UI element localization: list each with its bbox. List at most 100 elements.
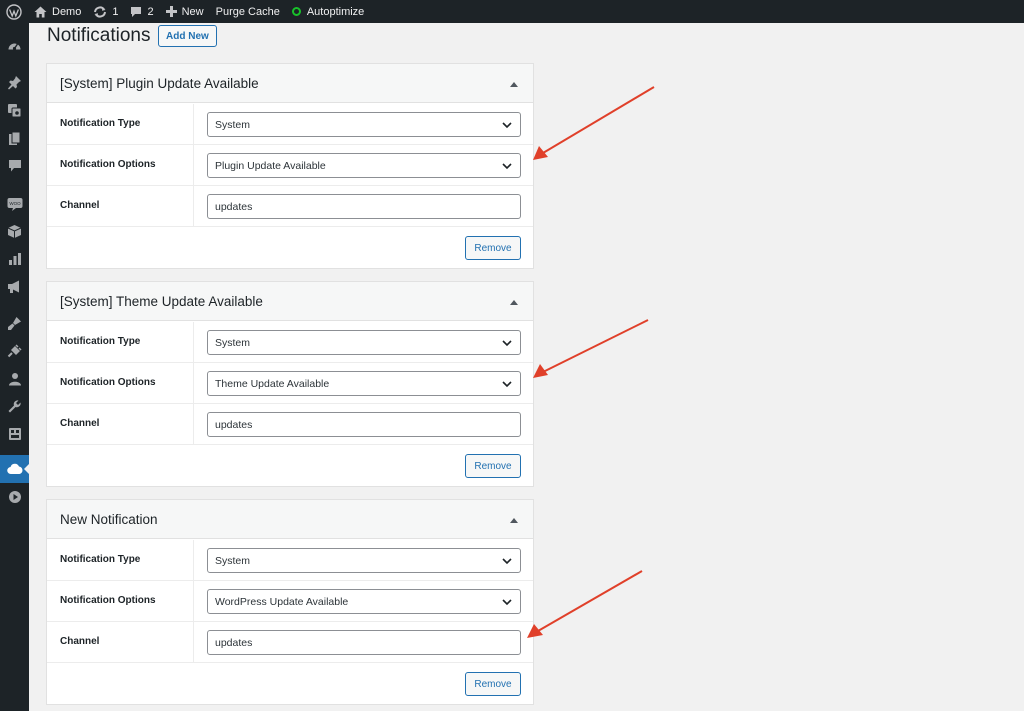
admin-sidebar: WOO xyxy=(0,23,29,711)
plugins-icon[interactable] xyxy=(6,343,23,360)
remove-button[interactable]: Remove xyxy=(465,454,521,478)
notification-options-label: Notification Options xyxy=(60,595,156,606)
notification-panel: [System] Theme Update Available Notifica… xyxy=(46,281,534,487)
purge-cache-link[interactable]: Purge Cache xyxy=(210,0,286,23)
annotation-arrow-icon xyxy=(527,570,643,638)
notification-options-select[interactable]: WordPress Update Available xyxy=(207,589,521,614)
notification-type-label: Notification Type xyxy=(60,554,141,565)
notification-options-label: Notification Options xyxy=(60,159,156,170)
channel-input[interactable]: updates xyxy=(207,412,521,437)
purge-cache-label: Purge Cache xyxy=(215,5,280,18)
analytics-icon[interactable] xyxy=(6,250,23,267)
chevron-down-icon xyxy=(502,381,512,388)
updates-count: 1 xyxy=(112,5,119,18)
notification-type-row: Notification Type System xyxy=(47,540,533,581)
notification-type-row: Notification Type System xyxy=(47,104,533,145)
collapse-toggle-icon[interactable] xyxy=(509,79,519,89)
panel-header[interactable]: [System] Theme Update Available xyxy=(47,282,533,321)
new-label: New xyxy=(181,5,204,18)
autoptimize-link[interactable]: Autoptimize xyxy=(286,0,370,23)
comments-link[interactable]: 2 xyxy=(124,0,159,23)
channel-label: Channel xyxy=(60,418,100,429)
marketing-icon[interactable] xyxy=(6,278,23,295)
page-title: Notifications xyxy=(47,25,151,46)
panel-title: [System] Plugin Update Available xyxy=(60,76,259,91)
collapse-toggle-icon[interactable] xyxy=(509,515,519,525)
play-icon[interactable] xyxy=(6,488,23,505)
notification-panel: New Notification Notification Type Syste… xyxy=(46,499,534,705)
new-content-link[interactable]: New xyxy=(160,0,210,23)
tools-icon[interactable] xyxy=(6,398,23,415)
products-icon[interactable] xyxy=(6,223,23,240)
channel-label: Channel xyxy=(60,200,100,211)
woo-icon[interactable]: WOO xyxy=(6,195,23,212)
channel-row: Channel updates xyxy=(47,186,533,227)
add-new-button[interactable]: Add New xyxy=(158,25,217,47)
remove-button[interactable]: Remove xyxy=(465,672,521,696)
pin-icon[interactable] xyxy=(6,74,23,91)
media-icon[interactable] xyxy=(6,102,23,119)
notification-type-select[interactable]: System xyxy=(207,548,521,573)
dashboard-icon[interactable] xyxy=(6,38,23,55)
panel-header[interactable]: New Notification xyxy=(47,500,533,539)
notification-type-value: System xyxy=(215,554,251,567)
notification-type-value: System xyxy=(215,118,251,131)
plus-icon xyxy=(165,6,177,17)
channel-row: Channel updates xyxy=(47,404,533,445)
settings-icon[interactable] xyxy=(6,425,23,442)
notification-type-select[interactable]: System xyxy=(207,112,521,137)
notification-options-select[interactable]: Plugin Update Available xyxy=(207,153,521,178)
comment-icon xyxy=(130,6,142,18)
site-name-link[interactable]: Demo xyxy=(28,0,87,23)
autoptimize-label: Autoptimize xyxy=(306,5,365,18)
chevron-down-icon xyxy=(502,558,512,565)
annotation-arrow-icon xyxy=(533,319,649,378)
chevron-down-icon xyxy=(502,599,512,606)
site-name: Demo xyxy=(52,5,82,18)
chevron-down-icon xyxy=(502,340,512,347)
notification-options-value: Plugin Update Available xyxy=(215,159,326,172)
wordpress-logo-icon[interactable] xyxy=(0,0,28,23)
pages-icon[interactable] xyxy=(6,130,23,147)
notification-type-row: Notification Type System xyxy=(47,322,533,363)
admin-bar: Demo 1 2 New Purge Cache Autoptimize xyxy=(0,0,1024,23)
notification-options-label: Notification Options xyxy=(60,377,156,388)
notification-type-label: Notification Type xyxy=(60,336,141,347)
current-indicator xyxy=(24,464,29,474)
channel-value: updates xyxy=(215,636,253,649)
svg-text:WOO: WOO xyxy=(9,201,21,206)
cloud-icon[interactable] xyxy=(6,460,23,477)
notification-options-row: Notification Options Theme Update Availa… xyxy=(47,363,533,404)
panel-header[interactable]: [System] Plugin Update Available xyxy=(47,64,533,103)
updates-icon xyxy=(93,5,107,18)
notification-type-select[interactable]: System xyxy=(207,330,521,355)
notification-options-value: Theme Update Available xyxy=(215,377,330,390)
notification-options-row: Notification Options WordPress Update Av… xyxy=(47,581,533,622)
notification-options-row: Notification Options Plugin Update Avail… xyxy=(47,145,533,186)
home-icon xyxy=(34,6,47,18)
notification-panel: [System] Plugin Update Available Notific… xyxy=(46,63,534,269)
remove-button[interactable]: Remove xyxy=(465,236,521,260)
notification-type-value: System xyxy=(215,336,251,349)
comments-icon[interactable] xyxy=(6,157,23,174)
channel-label: Channel xyxy=(60,636,100,647)
chevron-down-icon xyxy=(502,163,512,170)
notification-options-value: WordPress Update Available xyxy=(215,595,349,608)
channel-row: Channel updates xyxy=(47,622,533,663)
panel-title: New Notification xyxy=(60,512,158,527)
channel-input[interactable]: updates xyxy=(207,194,521,219)
channel-value: updates xyxy=(215,200,253,213)
panel-title: [System] Theme Update Available xyxy=(60,294,263,309)
users-icon[interactable] xyxy=(6,370,23,387)
comments-count: 2 xyxy=(147,5,154,18)
updates-link[interactable]: 1 xyxy=(87,0,124,23)
notification-options-select[interactable]: Theme Update Available xyxy=(207,371,521,396)
channel-value: updates xyxy=(215,418,253,431)
annotation-arrow-icon xyxy=(533,86,655,160)
status-ok-icon xyxy=(291,7,301,16)
chevron-down-icon xyxy=(502,122,512,129)
notification-type-label: Notification Type xyxy=(60,118,141,129)
channel-input[interactable]: updates xyxy=(207,630,521,655)
collapse-toggle-icon[interactable] xyxy=(509,297,519,307)
appearance-icon[interactable] xyxy=(6,315,23,332)
